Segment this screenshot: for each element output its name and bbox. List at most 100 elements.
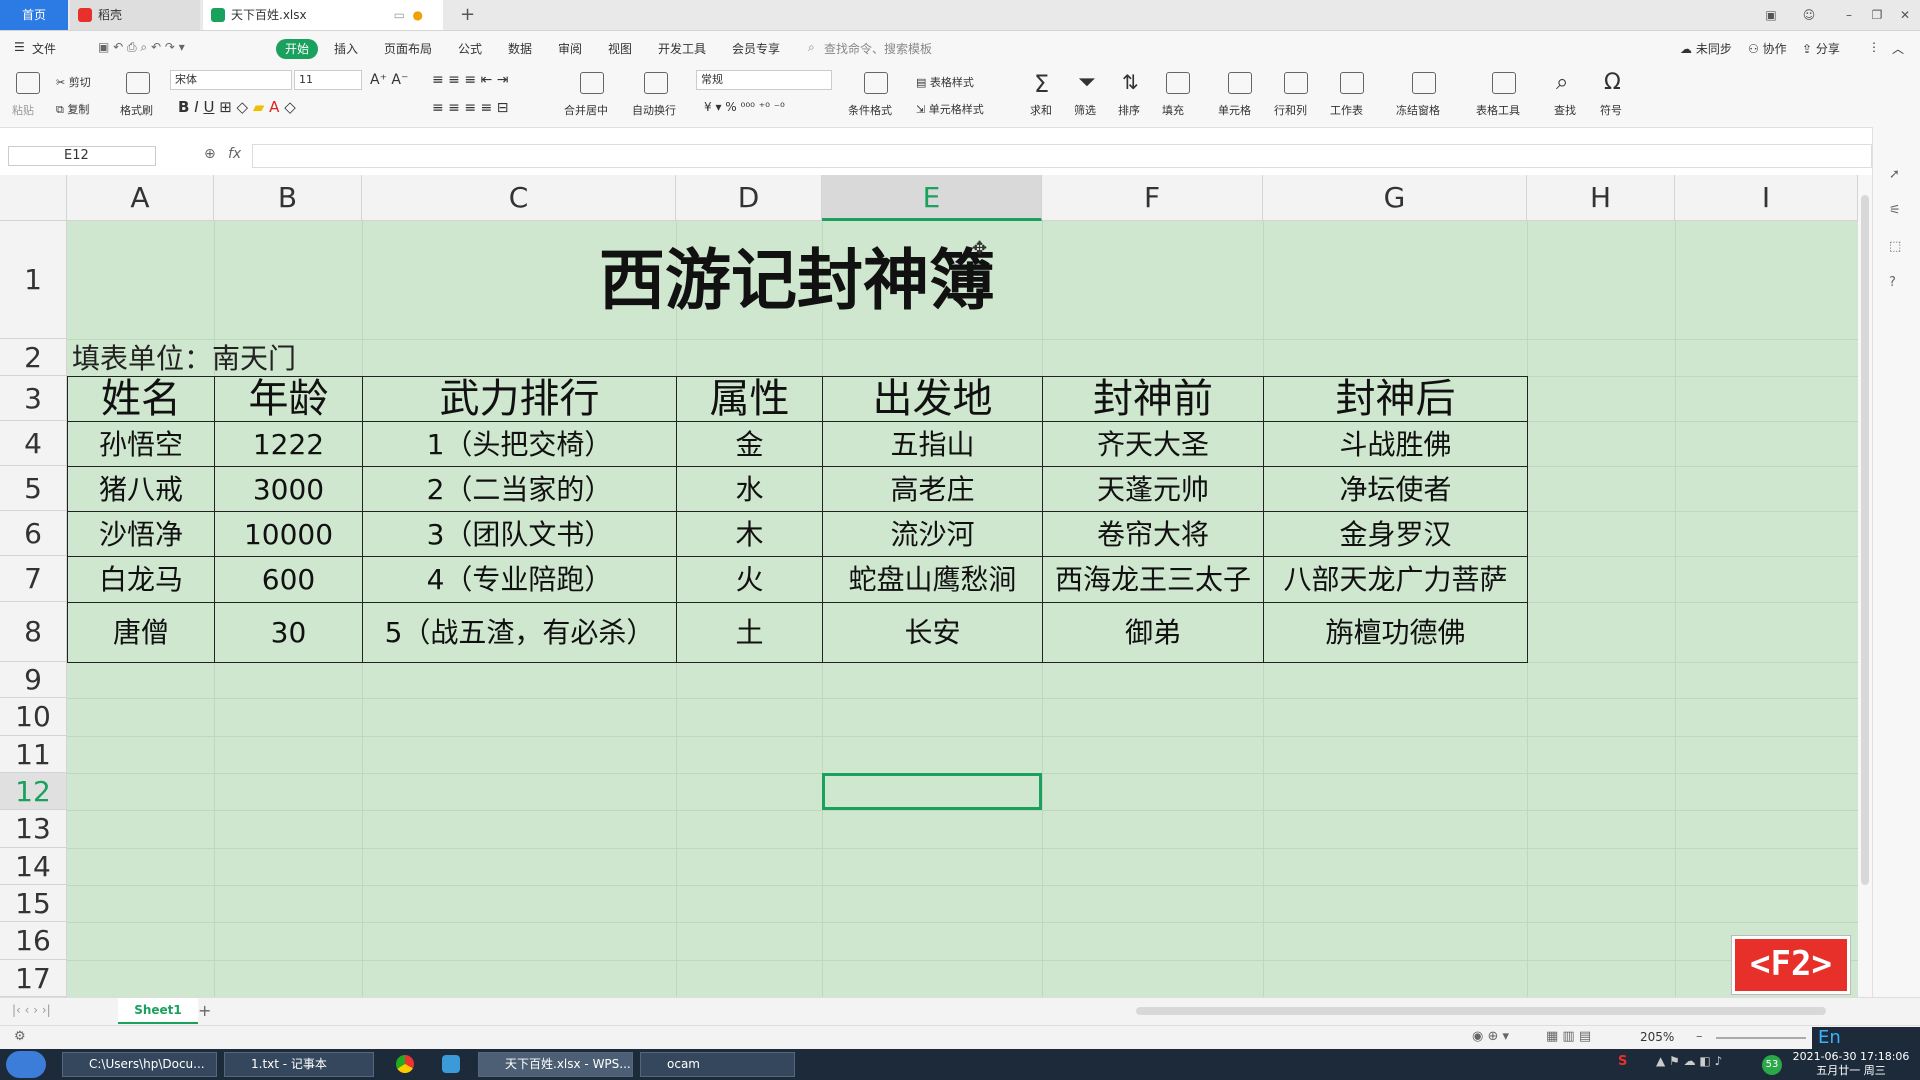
name-box[interactable]: E12 — [8, 146, 156, 166]
align-top-icons[interactable]: ≡ ≡ ≡ ⇤ ⇥ — [432, 72, 508, 88]
column-header-a[interactable]: A — [67, 175, 214, 221]
settings-slider-icon[interactable]: ⚟ — [1889, 203, 1901, 218]
number-format-select[interactable]: 常规 — [696, 70, 832, 90]
horizontal-scroll-thumb[interactable] — [1136, 1007, 1826, 1015]
row-header-6[interactable]: 6 — [0, 511, 67, 556]
vertical-scrollbar[interactable] — [1858, 175, 1872, 997]
table-cell[interactable]: 1（头把交椅） — [362, 421, 677, 467]
table-header-cell[interactable]: 姓名 — [67, 376, 215, 422]
copy-button[interactable]: ⧉ 复制 — [56, 101, 89, 117]
table-header-cell[interactable]: 封神后 — [1263, 376, 1528, 422]
number-format-icons[interactable]: ¥ ▾ % ⁰⁰⁰ ⁺⁰ ⁻⁰ — [704, 100, 785, 114]
table-cell[interactable]: 斗战胜佛 — [1263, 421, 1528, 467]
new-tab-icon[interactable]: + — [460, 4, 475, 25]
table-cell[interactable]: 土 — [676, 602, 823, 663]
monitor-icon[interactable]: ▭ — [394, 0, 405, 30]
row-header-2[interactable]: 2 — [0, 339, 67, 376]
table-header-cell[interactable]: 年龄 — [214, 376, 363, 422]
menu-data[interactable]: 数据 — [508, 40, 532, 57]
freeze-icon[interactable] — [1412, 72, 1436, 94]
more-icon[interactable]: ⋮ — [1868, 40, 1880, 54]
chrome-icon[interactable] — [396, 1055, 414, 1073]
hamburger-icon[interactable]: ☰ — [14, 40, 25, 54]
worksheet-icon[interactable] — [1340, 72, 1364, 94]
table-cell[interactable]: 西海龙王三太子 — [1042, 556, 1264, 603]
cond-format-button[interactable]: 条件格式 — [848, 102, 892, 118]
cell-style-button[interactable]: ⇲ 单元格样式 — [916, 101, 984, 117]
row-header-13[interactable]: 13 — [0, 810, 67, 848]
filter-icon[interactable]: ⏷ — [1078, 70, 1096, 95]
table-cell[interactable]: 5（战五渣，有必杀） — [362, 602, 677, 663]
table-cell[interactable]: 唐僧 — [67, 602, 215, 663]
table-cell[interactable]: 600 — [214, 556, 363, 603]
freeze-button[interactable]: 冻结窗格 — [1396, 102, 1440, 118]
table-cell[interactable]: 沙悟净 — [67, 511, 215, 557]
table-header-cell[interactable]: 武力排行 — [362, 376, 677, 422]
tab-home[interactable]: 首页 — [0, 0, 68, 30]
row-header-16[interactable]: 16 — [0, 922, 67, 960]
row-header-9[interactable]: 9 — [0, 662, 67, 698]
table-cell[interactable]: 高老庄 — [822, 466, 1043, 512]
sync-status[interactable]: ☁ 未同步 — [1680, 40, 1732, 57]
table-header-cell[interactable]: 属性 — [676, 376, 823, 422]
table-cell[interactable]: 木 — [676, 511, 823, 557]
close-icon[interactable]: ✕ — [1896, 6, 1914, 24]
menu-formula[interactable]: 公式 — [458, 40, 482, 57]
font-grow-icon[interactable]: A⁺ A⁻ — [370, 72, 408, 88]
find-button[interactable]: 查找 — [1554, 102, 1576, 118]
layout-view-icons[interactable]: ▦ ▥ ▤ — [1546, 1029, 1591, 1044]
tab-docer[interactable]: 稻壳 — [70, 0, 200, 30]
symbol-button[interactable]: 符号 — [1600, 102, 1622, 118]
row-header-1[interactable]: 1 — [0, 221, 67, 339]
taskbar-wps[interactable]: 天下百姓.xlsx - WPS... — [478, 1052, 633, 1077]
table-cell[interactable]: 卷帘大将 — [1042, 511, 1264, 557]
format-painter-button[interactable]: 格式刷 — [120, 102, 153, 118]
row-header-7[interactable]: 7 — [0, 556, 67, 602]
tab-workbook[interactable]: 天下百姓.xlsx ▭ ● — [203, 0, 443, 30]
help-icon[interactable]: ? — [1889, 275, 1896, 290]
browser-icon[interactable] — [442, 1055, 460, 1073]
start-button[interactable] — [6, 1051, 46, 1078]
fill-icon[interactable] — [1166, 72, 1190, 94]
table-tools-button[interactable]: 表格工具 — [1476, 102, 1520, 118]
table-cell[interactable]: 八部天龙广力菩萨 — [1263, 556, 1528, 603]
column-header-f[interactable]: F — [1042, 175, 1263, 221]
command-search[interactable]: 查找命令、搜索模板 — [824, 40, 932, 57]
unit-label[interactable]: 填表单位：南天门 — [72, 339, 572, 376]
table-cell[interactable]: 净坛使者 — [1263, 466, 1528, 512]
table-cell[interactable]: 10000 — [214, 511, 363, 557]
unsaved-dot-icon[interactable]: ● — [413, 0, 423, 30]
row-header-3[interactable]: 3 — [0, 376, 67, 421]
paste-icon[interactable] — [16, 72, 40, 94]
column-header-d[interactable]: D — [676, 175, 822, 221]
fx-icon[interactable]: fx — [228, 146, 241, 162]
table-cell[interactable]: 流沙河 — [822, 511, 1043, 557]
sum-icon[interactable]: Σ — [1034, 70, 1049, 98]
row-header-17[interactable]: 17 — [0, 960, 67, 997]
menu-developer[interactable]: 开发工具 — [658, 40, 706, 57]
menu-review[interactable]: 审阅 — [558, 40, 582, 57]
align-horizontal-icons[interactable]: ≡ ≡ ≡ ≡ ⊟ — [432, 100, 508, 116]
format-painter-icon[interactable] — [126, 72, 150, 94]
find-icon[interactable]: ⌕ — [1556, 70, 1568, 95]
column-header-g[interactable]: G — [1263, 175, 1527, 221]
table-cell[interactable]: 30 — [214, 602, 363, 663]
layout-icon[interactable]: ▣ — [1762, 6, 1780, 24]
sort-icon[interactable]: ⇅ — [1122, 70, 1139, 94]
row-header-11[interactable]: 11 — [0, 736, 67, 773]
table-cell[interactable]: 五指山 — [822, 421, 1043, 467]
table-cell[interactable]: 3（团队文书） — [362, 511, 677, 557]
row-col-icon[interactable] — [1284, 72, 1308, 94]
row-header-8[interactable]: 8 — [0, 602, 67, 662]
crop-icon[interactable]: ⬚ — [1889, 239, 1901, 254]
select-tool-icon[interactable]: ➚ — [1889, 167, 1900, 182]
share-button[interactable]: ⇪ 分享 — [1802, 40, 1840, 57]
table-cell[interactable]: 白龙马 — [67, 556, 215, 603]
table-cell[interactable]: 金 — [676, 421, 823, 467]
row-header-15[interactable]: 15 — [0, 885, 67, 922]
column-header-b[interactable]: B — [214, 175, 362, 221]
table-cell[interactable]: 2（二当家的） — [362, 466, 677, 512]
taskbar-explorer[interactable]: C:\Users\hp\Docu... — [62, 1052, 217, 1077]
row-col-button[interactable]: 行和列 — [1274, 102, 1307, 118]
table-cell[interactable]: 火 — [676, 556, 823, 603]
